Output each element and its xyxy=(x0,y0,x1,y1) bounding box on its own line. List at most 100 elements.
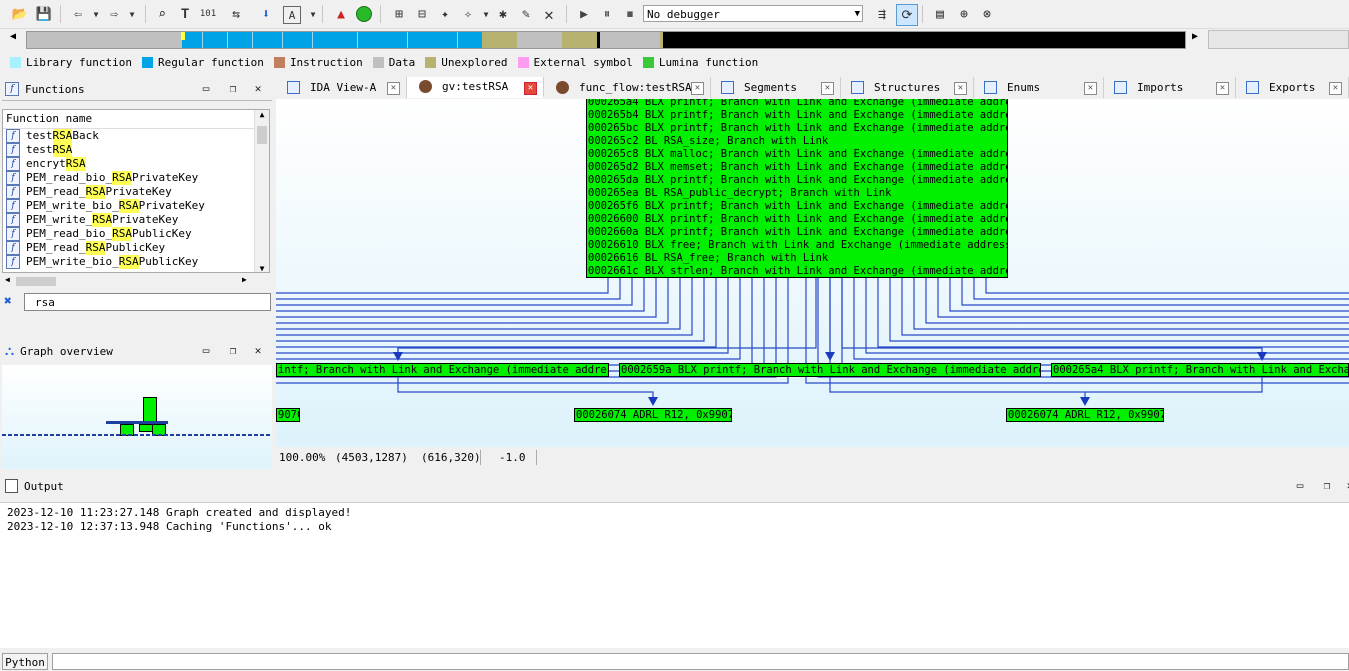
open-folder-icon[interactable]: 📂 xyxy=(10,4,30,24)
graph-node-left[interactable]: intf; Branch with Link and Exchange (imm… xyxy=(276,363,609,377)
list-item[interactable]: f PEM_read_bio_ RSA PrivateKey xyxy=(3,171,269,185)
forward-arrow-icon[interactable]: ⇨ xyxy=(104,4,124,24)
close-icon[interactable]: ✕ xyxy=(539,4,559,24)
attach-process-icon[interactable]: ⇶ xyxy=(872,4,892,24)
bookmark-icon[interactable]: ✱ xyxy=(493,4,513,24)
warning-icon[interactable]: ▲ xyxy=(331,4,351,24)
tab-exports[interactable]: Exports ✕ xyxy=(1236,77,1349,98)
add-point-icon[interactable]: ✦ xyxy=(435,4,455,24)
tab-imports[interactable]: Imports ✕ xyxy=(1104,77,1236,98)
back-arrow-icon[interactable]: ⇦ xyxy=(68,4,88,24)
functions-vscrollbar[interactable]: ▲ ▼ xyxy=(254,110,269,272)
refresh-icon[interactable]: ⟳ xyxy=(896,4,918,26)
run-icon[interactable]: ▶ xyxy=(574,4,594,24)
text-mode-dropdown-icon[interactable]: ▼ xyxy=(303,4,323,24)
save-icon[interactable]: 💾 xyxy=(34,4,54,24)
minimize-icon[interactable]: ▭ xyxy=(199,344,213,358)
list-item[interactable]: f encryt RSA xyxy=(3,157,269,171)
graph-overview-canvas[interactable] xyxy=(2,365,272,469)
list-item[interactable]: f PEM_read_bio_ RSA PublicKey xyxy=(3,227,269,241)
list-icon[interactable]: ▤ xyxy=(930,4,950,24)
command-input[interactable] xyxy=(52,653,1349,670)
close-panel-icon[interactable]: ✕ xyxy=(1343,479,1349,493)
scroll-left-icon[interactable]: ◀ xyxy=(5,275,10,284)
green-status-icon[interactable] xyxy=(354,4,374,24)
create-function-icon[interactable]: ⊞ xyxy=(389,4,409,24)
tab-ida-view-a[interactable]: IDA View-A ✕ xyxy=(277,77,407,98)
function-name-part: RSA xyxy=(118,199,139,213)
graph-node-bottom-middle[interactable]: 00026074 ADRL R12, 0x9907C xyxy=(574,408,732,422)
debugger-select[interactable]: No debugger ▼ xyxy=(643,5,863,22)
list-item[interactable]: f test RSA xyxy=(3,143,269,157)
list-item[interactable]: f PEM_read_ RSA PrivateKey xyxy=(3,185,269,199)
immediate-search-icon[interactable]: 101 xyxy=(198,4,218,24)
scroll-right-icon[interactable]: ▶ xyxy=(242,275,247,284)
functions-hscrollbar[interactable]: ◀ ▶ xyxy=(2,274,270,289)
tab-gv-testrsa[interactable]: gv:testRSA ✕ xyxy=(407,77,544,98)
rename-icon[interactable]: ✎ xyxy=(516,4,536,24)
pause-icon[interactable]: ⏸ xyxy=(597,4,617,24)
clear-filter-icon[interactable]: ✖ xyxy=(4,294,12,309)
add-breakpoint-icon[interactable]: ⊕ xyxy=(954,4,974,24)
restore-icon[interactable]: ❐ xyxy=(226,82,240,96)
imports-icon xyxy=(1114,81,1127,94)
function-icon: f xyxy=(6,241,20,255)
graph-node-middle[interactable]: 0002659a BLX printf; Branch with Link an… xyxy=(619,363,1041,377)
output-line: 2023-12-10 12:37:13.948 Caching 'Functio… xyxy=(7,520,332,533)
tab-close-icon[interactable]: ✕ xyxy=(1216,82,1229,95)
graph-node-bottom-left[interactable]: 907C xyxy=(276,408,300,422)
list-item[interactable]: f PEM_write_bio_ RSA PrivateKey xyxy=(3,199,269,213)
tab-close-icon[interactable]: ✕ xyxy=(387,82,400,95)
tab-structures[interactable]: Structures ✕ xyxy=(841,77,974,98)
tab-close-icon[interactable]: ✕ xyxy=(691,82,704,95)
text-search-icon[interactable]: 𝐓 xyxy=(175,4,195,24)
graph-node-right[interactable]: 000265a4 BLX printf; Branch with Link an… xyxy=(1051,363,1349,377)
text-mode-icon[interactable]: A xyxy=(283,6,301,24)
navigation-band[interactable] xyxy=(26,31,1186,49)
tab-close-icon[interactable]: ✕ xyxy=(1329,82,1342,95)
edit-function-icon[interactable]: ⊟ xyxy=(412,4,432,24)
tab-close-icon[interactable]: ✕ xyxy=(821,82,834,95)
output-text[interactable]: 2023-12-10 11:23:27.148 Graph created an… xyxy=(0,502,1349,648)
list-item[interactable]: f test RSA Back xyxy=(3,129,269,143)
tab-enums[interactable]: Enums ✕ xyxy=(974,77,1104,98)
list-item[interactable]: f PEM_read_ RSA PublicKey xyxy=(3,241,269,255)
close-panel-icon[interactable]: ✕ xyxy=(251,344,265,358)
close-panel-icon[interactable]: ✕ xyxy=(251,82,265,96)
add-xref-icon[interactable]: ✧ xyxy=(458,4,478,24)
restore-icon[interactable]: ❐ xyxy=(226,344,240,358)
scroll-up-icon[interactable]: ▲ xyxy=(255,110,269,119)
list-item[interactable]: f PEM_write_bio_ RSA PublicKey xyxy=(3,255,269,269)
delete-breakpoint-icon[interactable]: ⊗ xyxy=(977,4,997,24)
filter-input[interactable] xyxy=(24,293,271,311)
jump-down-icon[interactable]: ⬇ xyxy=(256,4,276,24)
list-item[interactable]: f PEM_write_ RSA PrivateKey xyxy=(3,213,269,227)
search-next-icon[interactable]: ⇆ xyxy=(226,4,246,24)
restore-icon[interactable]: ❐ xyxy=(1320,479,1334,493)
scroll-down-icon[interactable]: ▼ xyxy=(255,264,269,272)
back-dropdown-icon[interactable]: ▼ xyxy=(86,4,106,24)
debugger-select-value: No debugger xyxy=(647,8,720,21)
graph-edge xyxy=(889,278,1349,342)
nav-scrollbar[interactable] xyxy=(1208,30,1349,49)
tab-close-icon[interactable]: ✕ xyxy=(1084,82,1097,95)
minimize-icon[interactable]: ▭ xyxy=(1293,479,1307,493)
tab-func-flow-testrsa[interactable]: func_flow:testRSA ✕ xyxy=(544,77,711,98)
tab-close-icon[interactable]: ✕ xyxy=(954,82,967,95)
binary-search-icon[interactable]: ⌕ xyxy=(152,4,172,24)
function-name-part: PEM_read_ xyxy=(26,185,86,198)
python-language-button[interactable]: Python xyxy=(2,653,48,670)
graph-edge xyxy=(961,278,1349,306)
graph-node-bottom-right[interactable]: 00026074 ADRL R12, 0x9907C xyxy=(1006,408,1164,422)
minimize-icon[interactable]: ▭ xyxy=(199,82,213,96)
column-header-function-name[interactable]: Function name xyxy=(3,110,269,129)
stop-icon[interactable]: ⏹ xyxy=(620,4,640,24)
tab-segments[interactable]: Segments ✕ xyxy=(711,77,841,98)
nav-left-arrow-icon[interactable]: ◀ xyxy=(10,31,16,42)
forward-dropdown-icon[interactable]: ▼ xyxy=(122,4,142,24)
tab-close-icon[interactable]: ✕ xyxy=(524,82,537,95)
function-name-part: RSA xyxy=(112,227,132,241)
nav-right-arrow-icon[interactable]: ▶ xyxy=(1192,31,1198,42)
graph-view[interactable]: 000265a4 BLX printf; Branch with Link an… xyxy=(276,99,1349,447)
graph-edge xyxy=(276,278,645,312)
